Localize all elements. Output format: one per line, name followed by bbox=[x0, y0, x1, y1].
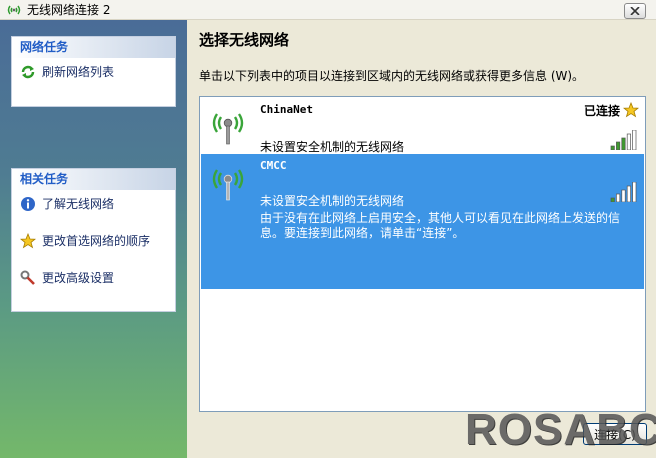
star-icon bbox=[20, 233, 36, 249]
wireless-network-icon bbox=[7, 5, 21, 14]
close-icon bbox=[630, 7, 640, 15]
network-security-text: 未设置安全机制的无线网络 bbox=[260, 194, 405, 208]
refresh-network-list-link[interactable]: 刷新网络列表 bbox=[12, 58, 175, 95]
instruction-text: 单击以下列表中的项目以连接到区域内的无线网络或获得更多信息 (W)。 bbox=[199, 69, 585, 83]
signal-bar bbox=[621, 137, 626, 150]
related-tasks-panel: 相关任务 了解无线网络 更改首选网络的顺序 更改高级设置 bbox=[11, 168, 176, 312]
page-title: 选择无线网络 bbox=[199, 31, 290, 49]
signal-bar bbox=[610, 145, 615, 150]
network-item-chinanet[interactable]: ChinaNet 未设置安全机制的无线网络 已连接 bbox=[201, 98, 644, 154]
signal-bar bbox=[626, 185, 631, 202]
signal-bar bbox=[610, 197, 615, 202]
learn-wireless-link[interactable]: 了解无线网络 bbox=[12, 190, 175, 227]
close-button[interactable] bbox=[624, 3, 646, 19]
signal-bar bbox=[632, 182, 637, 202]
window-title: 无线网络连接 2 bbox=[27, 3, 111, 17]
change-advanced-settings-label: 更改高级设置 bbox=[42, 271, 115, 285]
preferred-star-icon bbox=[623, 102, 639, 118]
signal-strength-icon bbox=[610, 182, 637, 202]
related-tasks-header: 相关任务 bbox=[12, 169, 175, 190]
network-item-cmcc[interactable]: CMCC 未设置安全机制的无线网络 由于没有在此网络上启用安全，其他人可以看见在… bbox=[201, 154, 644, 289]
network-ssid: ChinaNet bbox=[260, 103, 313, 116]
wrench-icon bbox=[20, 270, 35, 285]
signal-bar bbox=[626, 133, 631, 150]
change-preferred-order-label: 更改首选网络的顺序 bbox=[42, 234, 151, 248]
main-panel: 选择无线网络 单击以下列表中的项目以连接到区域内的无线网络或获得更多信息 (W)… bbox=[187, 20, 656, 458]
signal-bar bbox=[632, 130, 637, 150]
network-security-warning: 由于没有在此网络上启用安全，其他人可以看见在此网络上发送的信息。要连接到此网络，… bbox=[260, 211, 621, 240]
task-pane: 网络任务 刷新网络列表 相关任务 了解无线网络 更改首选网络的顺序 更改高级设置 bbox=[0, 20, 187, 458]
info-icon bbox=[21, 197, 35, 211]
change-preferred-order-link[interactable]: 更改首选网络的顺序 bbox=[12, 227, 175, 264]
refresh-icon bbox=[21, 65, 35, 79]
network-ssid: CMCC bbox=[260, 159, 287, 172]
watermark-text: ROSABC bbox=[465, 405, 656, 454]
learn-wireless-label: 了解无线网络 bbox=[42, 197, 115, 211]
refresh-network-list-label: 刷新网络列表 bbox=[42, 65, 115, 79]
wireless-antenna-icon bbox=[212, 169, 244, 201]
network-list: ChinaNet 未设置安全机制的无线网络 已连接 CMCC 未设置安全机制的无… bbox=[199, 96, 646, 412]
network-tasks-panel: 网络任务 刷新网络列表 bbox=[11, 36, 176, 107]
wireless-antenna-icon bbox=[212, 113, 244, 145]
signal-bar bbox=[616, 141, 621, 150]
network-security-text: 未设置安全机制的无线网络 bbox=[260, 140, 405, 154]
signal-strength-icon bbox=[610, 130, 637, 150]
network-tasks-header: 网络任务 bbox=[12, 37, 175, 58]
signal-bar bbox=[621, 189, 626, 202]
connection-status: 已连接 bbox=[583, 104, 620, 118]
signal-bar bbox=[616, 193, 621, 202]
change-advanced-settings-link[interactable]: 更改高级设置 bbox=[12, 264, 175, 301]
title-bar: 无线网络连接 2 bbox=[0, 0, 656, 20]
